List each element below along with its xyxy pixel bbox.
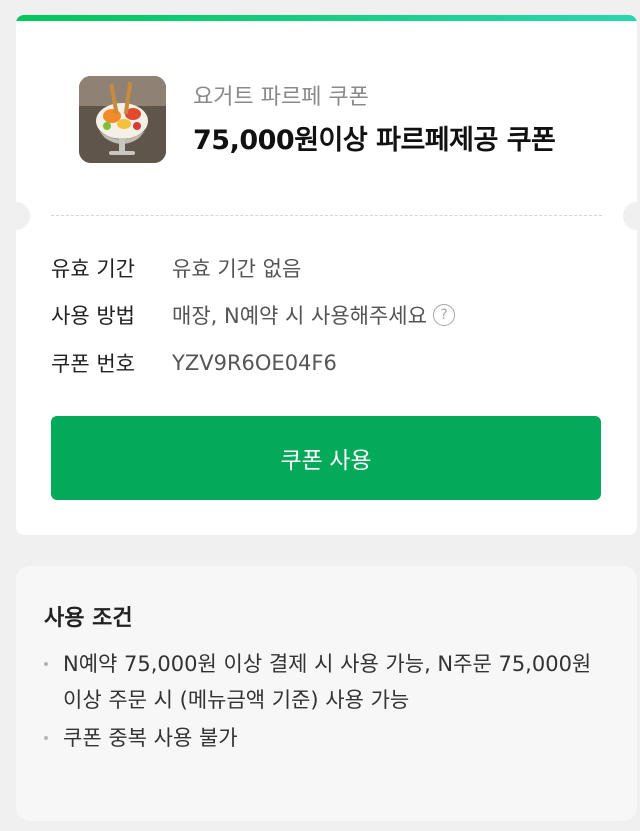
terms-item-text: N예약 75,000원 이상 결제 시 사용 가능, N주문 75,000원 이… [63,652,592,712]
terms-list: N예약 75,000원 이상 결제 시 사용 가능, N주문 75,000원 이… [44,646,604,758]
ticket-notch-left [16,202,30,230]
usage-value: 매장, N예약 시 사용해주세요 [172,304,427,328]
code-value: YZV9R6OE04F6 [172,351,337,375]
coupon-thumbnail [79,76,166,163]
ticket-notch-right [623,202,637,230]
terms-item: 쿠폰 중복 사용 불가 [44,720,604,756]
bullet-icon [44,736,48,740]
use-coupon-button[interactable]: 쿠폰 사용 [51,416,601,500]
terms-title: 사용 조건 [44,606,133,631]
terms-item-text: 쿠폰 중복 사용 불가 [63,726,238,750]
usage-value-wrap: 매장, N예약 시 사용해주세요 ? [172,300,455,330]
coupon-title: 75,000원이상 파르페제공 쿠폰 [193,125,556,156]
usage-label: 사용 방법 [51,304,135,328]
coupon-category: 요거트 파르페 쿠폰 [193,85,369,110]
parfait-image [79,76,166,163]
info-row-usage: 사용 방법 매장, N예약 시 사용해주세요 ? [51,300,455,330]
terms-item: N예약 75,000원 이상 결제 시 사용 가능, N주문 75,000원 이… [44,646,604,718]
validity-label: 유효 기간 [51,257,135,281]
code-label: 쿠폰 번호 [51,352,135,376]
info-row-validity: 유효 기간 유효 기간 없음 [51,253,301,283]
validity-value: 유효 기간 없음 [172,257,302,281]
help-icon[interactable]: ? [432,304,455,326]
info-row-code: 쿠폰 번호 YZV9R6OE04F6 [51,348,337,378]
terms-card: 사용 조건 N예약 75,000원 이상 결제 시 사용 가능, N주문 75,… [16,566,637,821]
dashed-divider [51,215,602,216]
coupon-card: 요거트 파르페 쿠폰 75,000원이상 파르페제공 쿠폰 유효 기간 유효 기… [16,15,637,535]
coupon-top-accent-bar [16,15,637,21]
bullet-icon [44,662,48,666]
